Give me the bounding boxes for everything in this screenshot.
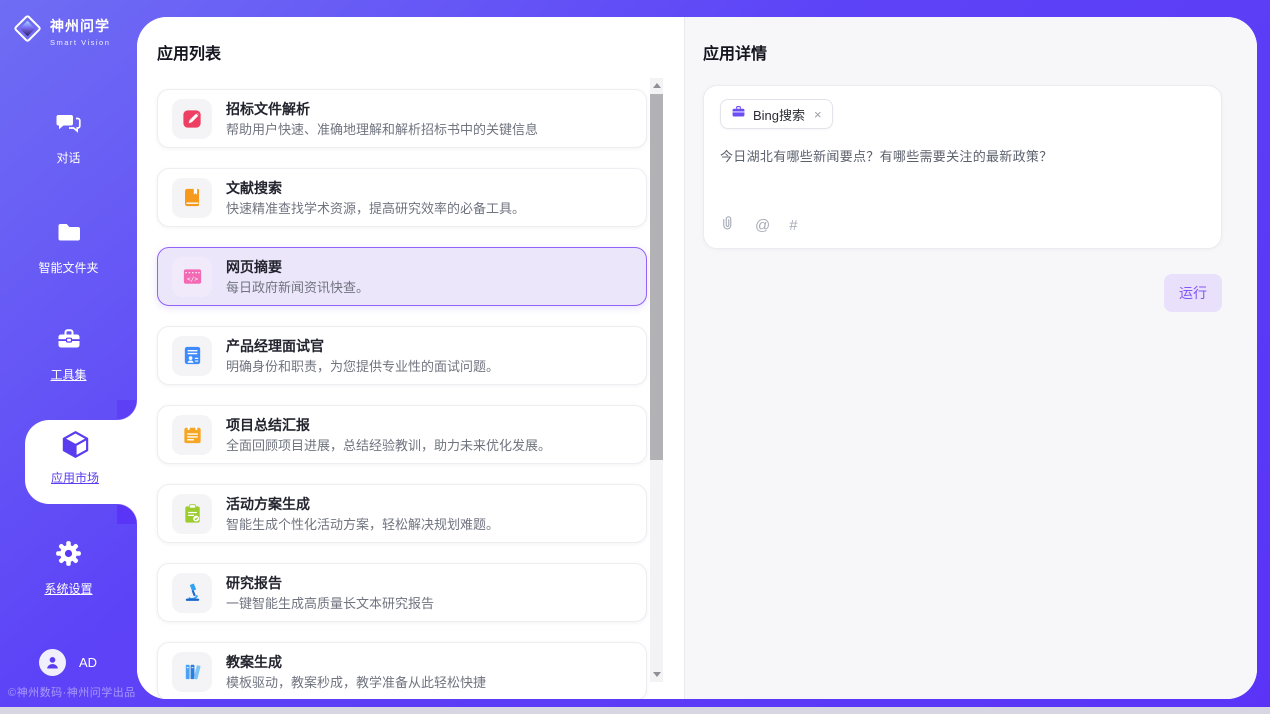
tool-tag-bing-search[interactable]: Bing搜索 × (720, 99, 833, 129)
app-name: 文献搜索 (226, 181, 525, 195)
folder-icon (55, 218, 83, 251)
sidebar-item-label: 智能文件夹 (38, 259, 98, 276)
tab-fillet-bottom (117, 504, 137, 524)
activity-plan-icon (172, 494, 212, 534)
app-description: 智能生成个性化活动方案，轻松解决规划难题。 (226, 518, 499, 531)
list-item-research-report[interactable]: 研究报告 一键智能生成高质量长文本研究报告 (157, 563, 647, 622)
lesson-plan-icon (172, 652, 212, 692)
app-description: 每日政府新闻资讯快查。 (226, 281, 369, 294)
app-description: 快速精准查找学术资源，提高研究效率的必备工具。 (226, 202, 525, 215)
app-description: 全面回顾项目进展，总结经验教训，助力未来优化发展。 (226, 439, 551, 452)
svg-text:</>: </> (186, 276, 197, 283)
list-item-lesson-plan[interactable]: 教案生成 模板驱动，教案秒成，教学准备从此轻松快捷 (157, 642, 647, 699)
app-name: 招标文件解析 (226, 102, 538, 116)
app-description: 帮助用户快速、准确地理解和解析招标书中的关键信息 (226, 123, 538, 136)
scroll-up-button[interactable] (650, 78, 663, 93)
app-name: 研究报告 (226, 576, 434, 590)
app-detail-title: 应用详情 (703, 40, 1222, 64)
brand: 神州问学 Smart Vision (12, 13, 110, 49)
app-list-section: 应用列表 招标文件解析 帮助用户快速、准确地理解和解析招标书中的关键信息 (137, 17, 684, 699)
user-name: AD (79, 655, 97, 670)
prompt-input-card[interactable]: Bing搜索 × 今日湖北有哪些新闻要点？有哪些需要关注的最新政策？ @ # (703, 85, 1222, 249)
sidebar-item-label: 对话 (56, 149, 80, 166)
app-frame: 神州问学 Smart Vision 对话 智能文件夹 (0, 0, 1270, 707)
toolbox-icon (55, 325, 83, 358)
list-item-project-summary[interactable]: 项目总结汇报 全面回顾项目进展，总结经验教训，助力未来优化发展。 (157, 405, 647, 464)
list-item-interviewer[interactable]: 产品经理面试官 明确身份和职责，为您提供专业性的面试问题。 (157, 326, 647, 385)
project-summary-icon (172, 415, 212, 455)
prompt-text[interactable]: 今日湖北有哪些新闻要点？有哪些需要关注的最新政策？ (720, 146, 1205, 165)
close-icon[interactable]: × (814, 107, 822, 122)
sidebar: 神州问学 Smart Vision 对话 智能文件夹 (0, 0, 137, 707)
main-panel: 应用列表 招标文件解析 帮助用户快速、准确地理解和解析招标书中的关键信息 (137, 17, 1257, 699)
list-item-literature-search[interactable]: 文献搜索 快速精准查找学术资源，提高研究效率的必备工具。 (157, 168, 647, 227)
brand-name: 神州问学 (50, 16, 110, 36)
gear-icon (55, 540, 82, 572)
app-name: 教案生成 (226, 655, 486, 669)
list-item-web-summary-selected[interactable]: </> 网页摘要 每日政府新闻资讯快查。 (157, 247, 647, 306)
app-description: 一键智能生成高质量长文本研究报告 (226, 597, 434, 610)
sidebar-item-label: 应用市场 (51, 469, 99, 486)
run-button[interactable]: 运行 (1164, 274, 1222, 312)
sidebar-item-chat[interactable]: 对话 (0, 108, 137, 166)
tab-fillet-top (117, 400, 137, 420)
sidebar-item-smart-folder[interactable]: 智能文件夹 (0, 218, 137, 276)
app-description: 模板驱动，教案秒成，教学准备从此轻松快捷 (226, 676, 486, 689)
scroll-down-icon (653, 672, 661, 677)
avatar (39, 649, 66, 676)
chat-icon (55, 108, 83, 141)
research-report-icon (172, 573, 212, 613)
interviewer-icon (172, 336, 212, 376)
list-item-bid-document[interactable]: 招标文件解析 帮助用户快速、准确地理解和解析招标书中的关键信息 (157, 89, 647, 148)
app-detail-section: 应用详情 Bing搜索 × 今日湖北有哪些新闻要点？有哪些需要关注的最新政策？ (684, 17, 1257, 699)
sidebar-item-toolbox[interactable]: 工具集 (0, 325, 137, 383)
hash-icon[interactable]: # (789, 218, 797, 233)
scrollbar[interactable] (650, 78, 663, 682)
cube-icon (60, 429, 91, 465)
sidebar-item-label: 工具集 (50, 366, 86, 383)
mention-icon[interactable]: @ (755, 218, 770, 233)
list-item-activity-plan[interactable]: 活动方案生成 智能生成个性化活动方案，轻松解决规划难题。 (157, 484, 647, 543)
briefcase-icon (731, 104, 746, 124)
brand-subtitle: Smart Vision (50, 38, 110, 47)
input-toolbar: @ # (721, 214, 798, 236)
sidebar-item-settings[interactable]: 系统设置 (0, 540, 137, 597)
tool-tag-label: Bing搜索 (753, 105, 805, 124)
web-summary-icon: </> (172, 257, 212, 297)
scroll-up-icon (653, 83, 661, 88)
app-name: 网页摘要 (226, 260, 369, 274)
sidebar-item-label: 系统设置 (44, 580, 92, 597)
bid-document-icon (172, 99, 212, 139)
attachment-icon[interactable] (721, 214, 736, 236)
app-name: 活动方案生成 (226, 497, 499, 511)
literature-search-icon (172, 178, 212, 218)
scroll-down-button[interactable] (650, 667, 663, 682)
brand-logo-icon (12, 13, 43, 49)
app-list: 招标文件解析 帮助用户快速、准确地理解和解析招标书中的关键信息 文献搜索 (157, 89, 647, 699)
sidebar-item-app-market-active[interactable]: 应用市场 (25, 420, 137, 504)
app-description: 明确身份和职责，为您提供专业性的面试问题。 (226, 360, 499, 373)
copyright-text: ©神州数码·神州问学出品 (8, 684, 136, 700)
app-list-title: 应用列表 (157, 40, 684, 64)
app-name: 项目总结汇报 (226, 418, 551, 432)
app-name: 产品经理面试官 (226, 339, 499, 353)
scrollbar-thumb[interactable] (650, 94, 663, 460)
user-account[interactable]: AD (39, 649, 97, 676)
